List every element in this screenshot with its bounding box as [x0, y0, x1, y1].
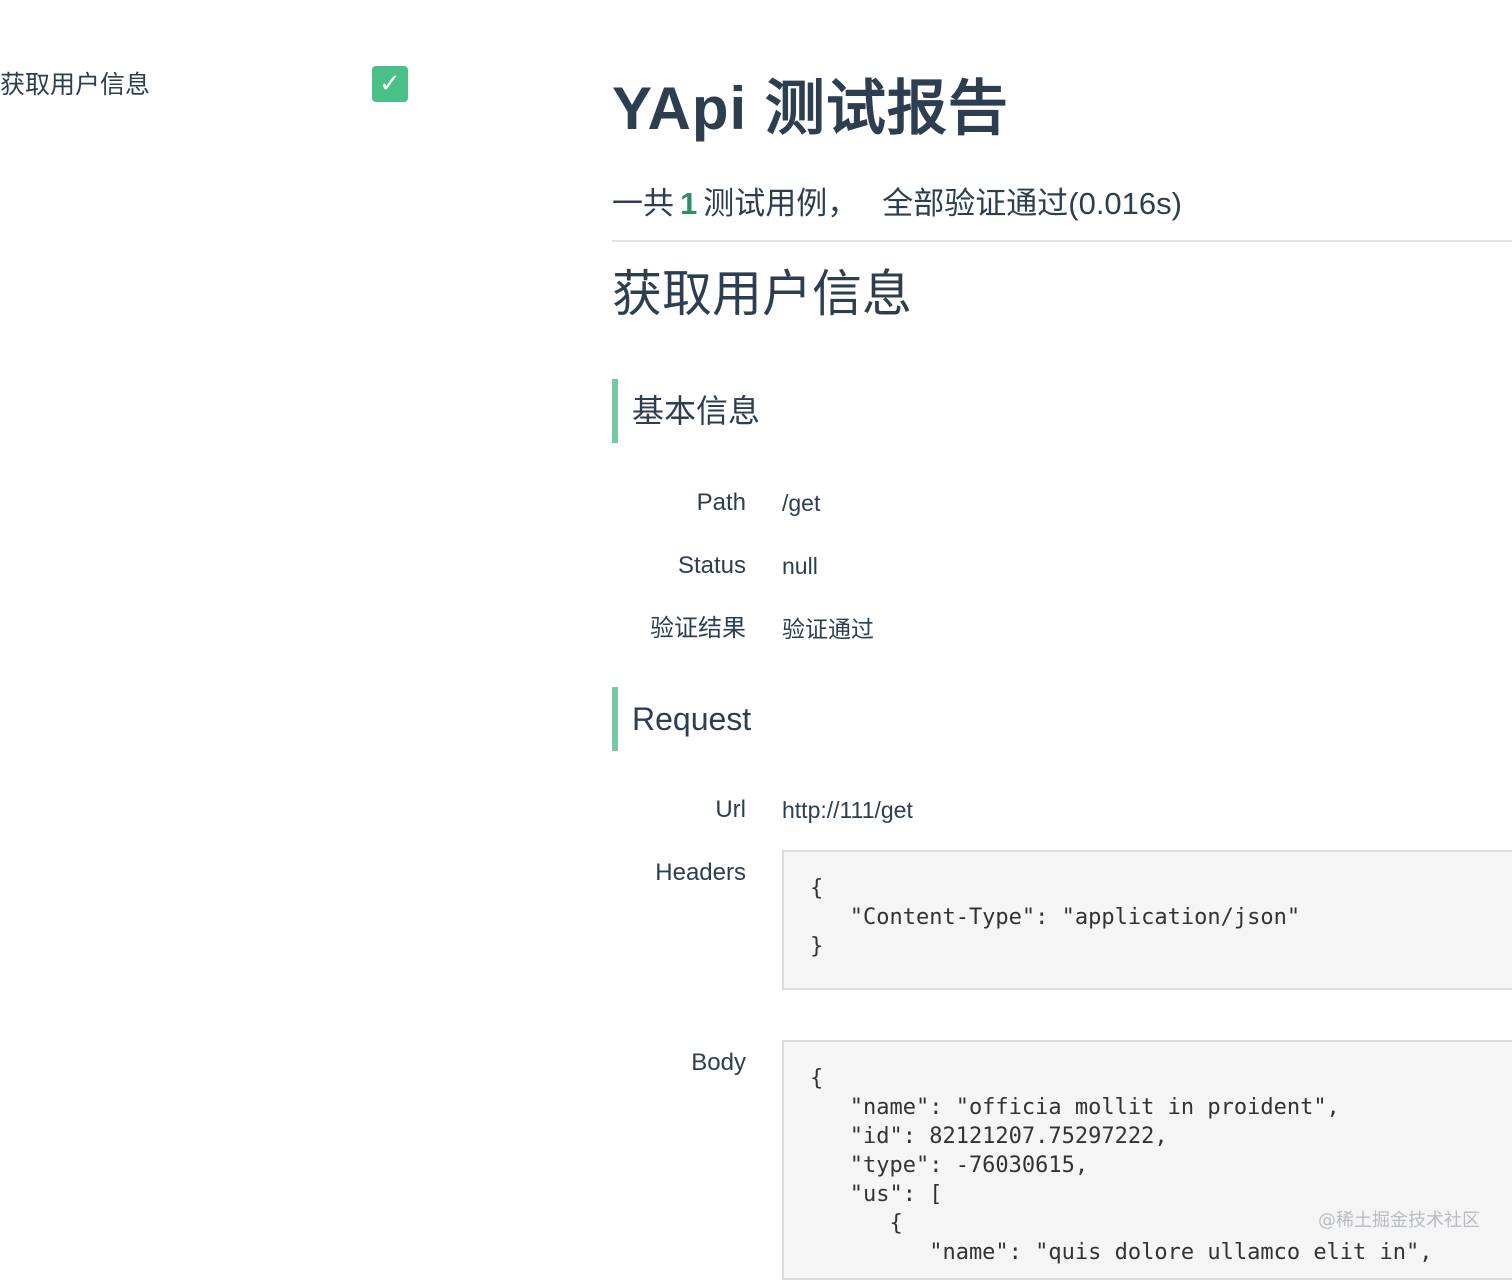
- path-label: Path: [696, 489, 746, 516]
- sidebar: 获取用户信息 ✓: [0, 0, 430, 1260]
- section-heading-request: Request: [612, 687, 1012, 751]
- sidebar-item-get-user-info[interactable]: 获取用户信息 ✓: [0, 62, 410, 106]
- report-main: YApi 测试报告 一共 1 测试用例， 全部验证通过(0.016s) 获取用户信息 …: [612, 0, 1512, 1280]
- headers-label: Headers: [655, 859, 746, 886]
- divider: [612, 240, 1512, 242]
- test-summary: 一共 1 测试用例， 全部验证通过(0.016s): [612, 184, 1182, 224]
- summary-count: 1: [680, 186, 698, 221]
- status-value: null: [782, 553, 818, 579]
- headers-code-block: { "Content-Type": "application/json" }: [782, 850, 1512, 990]
- body-code-block: { "name": "officia mollit in proident", …: [782, 1040, 1512, 1280]
- report-title: YApi 测试报告: [612, 75, 1009, 142]
- summary-prefix: 一共: [612, 186, 674, 221]
- path-value: /get: [782, 490, 821, 516]
- verify-result-label: 验证结果: [650, 615, 746, 642]
- body-label: Body: [691, 1049, 746, 1076]
- verify-result-value: 验证通过: [782, 616, 874, 642]
- case-title: 获取用户信息: [612, 266, 912, 322]
- watermark: @稀土掘金技术社区: [1318, 1210, 1480, 1231]
- sidebar-item-label: 获取用户信息: [0, 71, 151, 99]
- url-label: Url: [715, 796, 746, 823]
- summary-middle: 测试用例，: [703, 186, 859, 221]
- status-label: Status: [677, 552, 746, 579]
- section-heading-basic-info: 基本信息: [612, 379, 1012, 443]
- summary-result: 全部验证通过(0.016s): [882, 186, 1182, 221]
- url-value: http://111/get: [782, 797, 913, 823]
- check-icon: ✓: [372, 66, 408, 102]
